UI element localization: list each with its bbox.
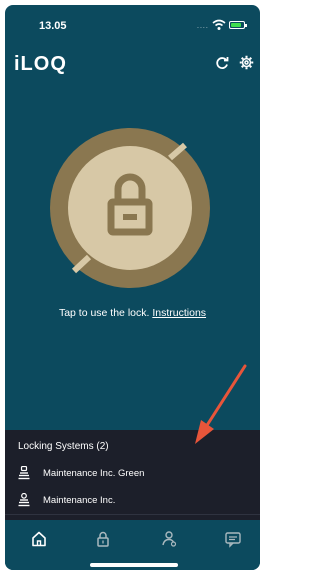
instructions-link[interactable]: Instructions: [152, 307, 206, 319]
status-time: 13.05: [39, 20, 67, 32]
tap-instruction-text: Tap to use the lock.: [58, 307, 150, 319]
app-screen: 13.05 .... iLOQ Tap to use the lock. Ins…: [5, 5, 260, 570]
key-stack-icon: [18, 493, 30, 507]
app-logo: iLOQ: [14, 53, 67, 75]
annotation-arrow: [195, 364, 247, 444]
battery-tip: [245, 24, 247, 27]
locking-system-label: Maintenance Inc. Green: [43, 468, 145, 479]
battery-icon: [229, 21, 247, 29]
home-indicator[interactable]: [90, 563, 178, 567]
lock-icon[interactable]: [94, 530, 112, 548]
tap-instruction: Tap to use the lock. Instructions: [5, 307, 260, 319]
message-icon[interactable]: [224, 530, 242, 548]
status-bar: 13.05 ....: [5, 5, 260, 45]
gear-icon[interactable]: [239, 55, 254, 70]
locking-system-label: Maintenance Inc.: [43, 495, 116, 506]
panel-divider: [5, 514, 260, 515]
locking-system-item[interactable]: Maintenance Inc. Green: [5, 463, 260, 485]
refresh-icon[interactable]: [215, 56, 229, 70]
locking-system-item[interactable]: Maintenance Inc.: [5, 490, 260, 512]
wifi-icon: [212, 19, 226, 30]
key-stack-icon: [18, 466, 30, 480]
home-icon[interactable]: [30, 530, 48, 548]
person-icon[interactable]: [160, 530, 178, 548]
lock-inner-disc: [68, 146, 192, 270]
locking-systems-title: Locking Systems (2): [18, 441, 109, 452]
battery-level: [231, 23, 241, 27]
signal-icon: ....: [197, 23, 209, 30]
lock-button[interactable]: [50, 128, 210, 288]
